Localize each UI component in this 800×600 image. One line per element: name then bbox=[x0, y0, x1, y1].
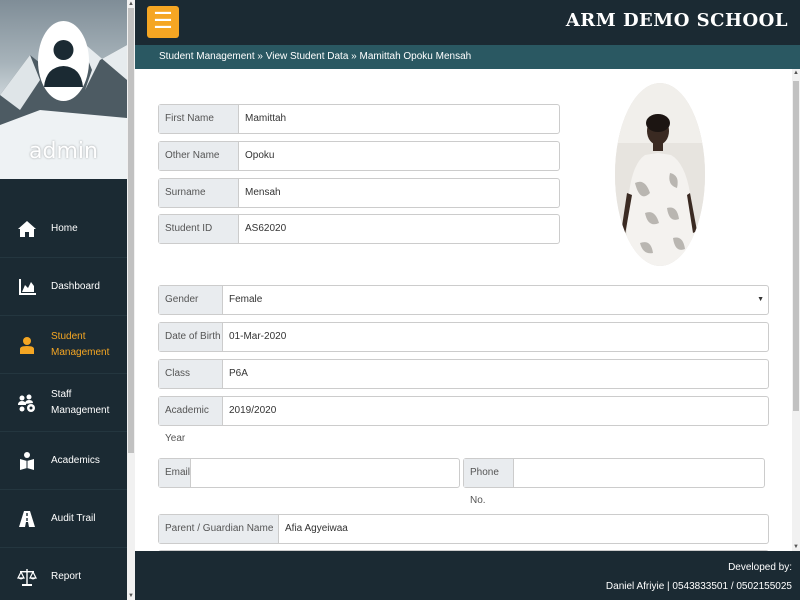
other-name-label: Other Name bbox=[159, 142, 239, 170]
school-name: ARM DEMO SCHOOL bbox=[565, 10, 788, 31]
other-name-input[interactable]: Opoku bbox=[239, 142, 559, 170]
sidebar-item-dashboard[interactable]: Dashboard bbox=[0, 258, 127, 316]
scrollbar-thumb[interactable] bbox=[128, 8, 134, 453]
sidebar-item-label: Staff Management bbox=[51, 388, 110, 416]
academic-year-label: Academic Year bbox=[159, 397, 223, 444]
email-label: Email bbox=[159, 459, 191, 487]
sidebar: admin Home Dashboard Student Management bbox=[0, 0, 127, 600]
footer: Developed by: Daniel Afriyie | 054383350… bbox=[135, 551, 800, 600]
users-gear-icon bbox=[18, 394, 35, 412]
sidebar-item-label: Academics bbox=[51, 454, 100, 466]
top-bar: ☰ ARM DEMO SCHOOL bbox=[135, 0, 800, 45]
gender-value[interactable]: Female bbox=[223, 286, 768, 314]
academic-year-field: Academic Year 2019/2020 bbox=[158, 396, 769, 444]
breadcrumb: Student Management » View Student Data »… bbox=[135, 45, 800, 69]
home-icon bbox=[18, 220, 36, 237]
footer-developed-by: Developed by: bbox=[728, 562, 792, 573]
guardian-name-label: Parent / Guardian Name bbox=[159, 515, 279, 543]
student-id-field: Student ID AS62020 bbox=[158, 214, 560, 244]
scroll-down-arrow-icon[interactable]: ▼ bbox=[792, 543, 800, 551]
sidebar-item-staff-management[interactable]: Staff Management bbox=[0, 374, 127, 432]
first-name-input[interactable]: Mamittah bbox=[239, 105, 559, 133]
book-user-icon bbox=[20, 451, 34, 470]
chevron-down-icon[interactable]: ▼ bbox=[757, 286, 764, 314]
sidebar-item-label: Home bbox=[51, 222, 78, 234]
class-label: Class bbox=[159, 360, 223, 388]
sidebar-item-report[interactable]: Report bbox=[0, 548, 127, 600]
sidebar-item-label: Dashboard bbox=[51, 280, 100, 292]
hamburger-icon: ☰ bbox=[153, 8, 173, 33]
username: admin bbox=[29, 139, 98, 164]
sidebar-item-audit-trail[interactable]: Audit Trail bbox=[0, 490, 127, 548]
sidebar-item-student-management[interactable]: Student Management bbox=[0, 316, 127, 374]
student-details-panel: First Name Mamittah Other Name Opoku Sur… bbox=[135, 69, 792, 551]
gender-label: Gender bbox=[159, 286, 223, 314]
guardian-name-field: Parent / Guardian Name Afia Agyeiwaa bbox=[158, 514, 769, 544]
student-photo bbox=[615, 83, 705, 266]
sidebar-item-home[interactable]: Home bbox=[0, 200, 127, 258]
scrollbar-thumb[interactable] bbox=[793, 81, 799, 411]
date-of-birth-field: Date of Birth 01-Mar-2020 bbox=[158, 322, 769, 352]
surname-input[interactable]: Mensah bbox=[239, 179, 559, 207]
sidebar-item-label: Audit Trail bbox=[51, 512, 96, 524]
chart-icon bbox=[19, 278, 36, 295]
scale-icon bbox=[17, 568, 37, 586]
class-input[interactable]: P6A bbox=[223, 360, 768, 388]
avatar[interactable] bbox=[38, 21, 89, 101]
class-field: Class P6A bbox=[158, 359, 769, 389]
phone-input[interactable] bbox=[514, 459, 764, 487]
sidebar-scrollbar[interactable]: ▲ ▼ bbox=[127, 0, 135, 600]
profile-panel: admin bbox=[0, 0, 127, 179]
footer-contact: Daniel Afriyie | 0543833501 / 0502155025 bbox=[605, 581, 792, 592]
sidebar-item-academics[interactable]: Academics bbox=[0, 432, 127, 490]
phone-label: Phone No. bbox=[464, 459, 514, 506]
road-icon bbox=[19, 510, 35, 527]
sidebar-nav: Home Dashboard Student Management Staff … bbox=[0, 200, 127, 600]
first-name-field: First Name Mamittah bbox=[158, 104, 560, 134]
scroll-up-arrow-icon[interactable]: ▲ bbox=[127, 0, 135, 8]
email-field: Email bbox=[158, 458, 460, 488]
user-icon bbox=[20, 336, 34, 354]
student-id-label: Student ID bbox=[159, 215, 239, 243]
email-input[interactable] bbox=[191, 459, 459, 487]
sidebar-item-label: Student Management bbox=[51, 330, 110, 358]
date-of-birth-input[interactable]: 01-Mar-2020 bbox=[223, 323, 768, 351]
sidebar-item-label: Report bbox=[51, 570, 82, 582]
guardian-name-input[interactable]: Afia Agyeiwaa bbox=[279, 515, 768, 543]
scroll-down-arrow-icon[interactable]: ▼ bbox=[127, 592, 135, 600]
gender-select[interactable]: Gender Female ▼ bbox=[158, 285, 769, 315]
main-scrollbar[interactable]: ▲ ▼ bbox=[792, 69, 800, 551]
other-name-field: Other Name Opoku bbox=[158, 141, 560, 171]
phone-field: Phone No. bbox=[463, 458, 765, 506]
menu-toggle-button[interactable]: ☰ bbox=[147, 6, 179, 38]
student-id-input[interactable]: AS62020 bbox=[239, 215, 559, 243]
scroll-up-arrow-icon[interactable]: ▲ bbox=[792, 69, 800, 77]
date-of-birth-label: Date of Birth bbox=[159, 323, 223, 351]
surname-field: Surname Mensah bbox=[158, 178, 560, 208]
first-name-label: First Name bbox=[159, 105, 239, 133]
academic-year-input[interactable]: 2019/2020 bbox=[223, 397, 768, 425]
surname-label: Surname bbox=[159, 179, 239, 207]
